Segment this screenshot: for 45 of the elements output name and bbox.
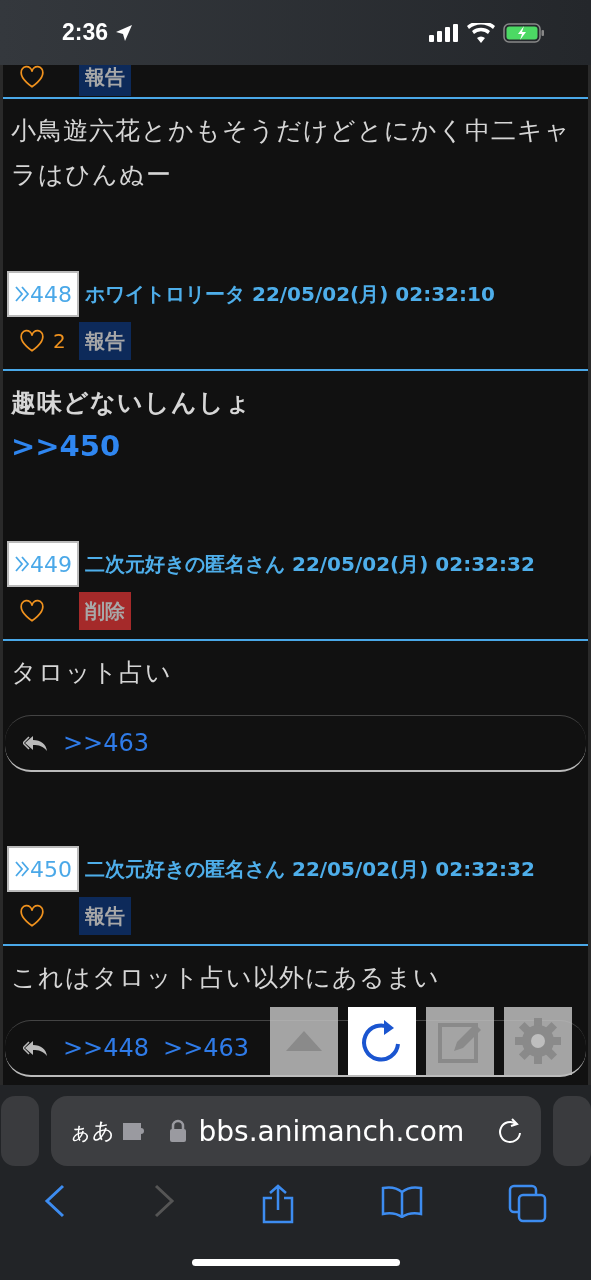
clock: 2:36	[62, 19, 109, 46]
reply-icon	[23, 734, 49, 752]
post-number-link[interactable]: 449	[7, 541, 79, 587]
text-size-button[interactable]: ぁあ	[68, 1116, 115, 1146]
signal-icon	[429, 23, 459, 42]
heart-icon[interactable]	[19, 329, 45, 353]
post-text: 小鳥遊六花とかもそうだけどとにかく中二キャラはひんぬー	[11, 115, 572, 191]
heart-icon[interactable]	[19, 599, 45, 623]
delete-button[interactable]: 削除	[79, 592, 131, 630]
url-text: bbs.animanch.com	[198, 1114, 466, 1148]
double-chevron-icon	[14, 860, 30, 878]
report-button[interactable]: 報告	[79, 65, 131, 96]
double-chevron-icon	[14, 555, 30, 573]
report-button[interactable]: 報告	[79, 322, 131, 360]
share-icon[interactable]	[261, 1184, 296, 1224]
settings-icon	[513, 1016, 563, 1066]
reply-link[interactable]: >>463	[163, 1034, 250, 1062]
reload-button[interactable]	[348, 1007, 416, 1075]
address-bar[interactable]: ぁあ bbs.animanch.com	[50, 1096, 541, 1166]
heart-icon[interactable]	[19, 65, 45, 89]
reload-icon[interactable]	[496, 1117, 523, 1145]
wifi-icon	[467, 22, 495, 43]
post-number-link[interactable]: 450	[7, 846, 79, 892]
author-date: ホワイトロリータ 22/05/02(月) 02:32:10	[85, 280, 495, 308]
quote-link[interactable]: >>450	[11, 425, 121, 467]
double-chevron-icon	[14, 285, 30, 303]
location-icon	[114, 22, 135, 43]
author-date: 二次元好きの匿名さん 22/05/02(月) 02:32:32	[85, 550, 535, 578]
up-arrow-icon	[284, 1029, 324, 1053]
back-icon[interactable]	[42, 1184, 67, 1218]
post-text: タロット占い	[11, 657, 173, 689]
author-date: 二次元好きの匿名さん 22/05/02(月) 02:32:32	[85, 855, 535, 883]
reply-link[interactable]: >>448	[63, 1034, 150, 1062]
tabs-icon[interactable]	[508, 1184, 549, 1224]
lock-icon	[168, 1119, 187, 1143]
reply-icon	[23, 1039, 49, 1057]
post-text: これはタロット占い以外にあるまい	[11, 962, 441, 994]
battery-icon	[503, 22, 545, 43]
heart-icon[interactable]	[19, 904, 45, 928]
reply-link[interactable]: >>463	[63, 729, 150, 757]
book-icon[interactable]	[380, 1184, 423, 1218]
like-count: 2	[53, 329, 66, 353]
post-text: 趣味どないしんしょ	[11, 387, 253, 419]
post-number-link[interactable]: 448	[7, 271, 79, 317]
report-button[interactable]: 報告	[79, 897, 131, 935]
